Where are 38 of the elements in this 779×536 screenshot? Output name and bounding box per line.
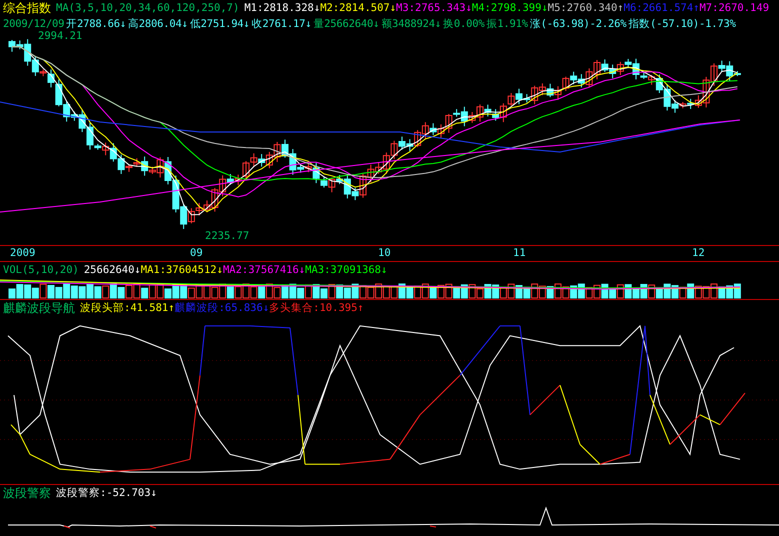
indicator-value: M5:2760.340↑ — [548, 2, 624, 14]
indicator-value: 多头集合:10.395↑ — [269, 301, 364, 315]
quote-value: 额3488924↓ — [381, 17, 442, 31]
indicator-value: MA3:37091368↓ — [305, 264, 388, 276]
quote-value: 收2761.17↓ — [252, 17, 312, 31]
low-price-label: 2235.77 — [205, 230, 250, 242]
indicator-value: M2:2814.507↓ — [320, 2, 396, 14]
quote-value: 换0.00% — [443, 17, 484, 31]
date-axis-label: 10 — [378, 247, 391, 259]
quote-value: 低2751.94↓ — [190, 17, 250, 31]
indicator-value: MA2:37567416↓ — [222, 264, 306, 276]
date-axis-label: 11 — [513, 247, 526, 259]
indicator-title: 麒麟波段导航 — [3, 300, 75, 316]
index-title: 综合指数 — [3, 0, 51, 16]
indicator-value: 波段头部:41.581↑ — [80, 301, 175, 315]
quote-value: 开2788.66↓ — [66, 17, 126, 31]
date-axis-label: 12 — [692, 247, 705, 259]
indicator-value: 波段警察:-52.703↓ — [56, 486, 157, 500]
indicator-value: M6:2661.574↑ — [624, 2, 700, 14]
indicator-value: 25662640↓ — [84, 264, 141, 276]
quote-date: 2009/12/09 — [3, 18, 64, 30]
ma-parameters: MA(3,5,10,20,34,60,120,250,7) — [56, 2, 240, 14]
quote-value: 指数(-57.10)-1.73% — [628, 17, 736, 31]
indicator-value: M7:2670.149 — [699, 2, 770, 14]
indicator-value: M1:2818.328↓ — [244, 2, 320, 14]
date-axis-label: 2009 — [10, 247, 36, 259]
quote-value: 高2806.04↓ — [128, 17, 188, 31]
indicator-value: M4:2798.399↓ — [472, 2, 548, 14]
high-price-label: 2994.21 — [38, 30, 82, 42]
indicator-value: MA1:37604512↓ — [140, 264, 223, 276]
indicator-value: M3:2765.343↓ — [396, 2, 472, 14]
quote-value: 振1.91% — [486, 17, 528, 31]
quote-value: 涨(-63.98)-2.26% — [530, 17, 626, 31]
date-axis-label: 09 — [190, 247, 203, 259]
quote-value: 量25662640↓ — [313, 17, 380, 31]
indicator-title: 波段警察 — [3, 484, 51, 502]
volume-label: VOL(5,10,20) — [3, 264, 79, 276]
indicator-value: 麒麟波段:65.836↓ — [174, 301, 270, 315]
